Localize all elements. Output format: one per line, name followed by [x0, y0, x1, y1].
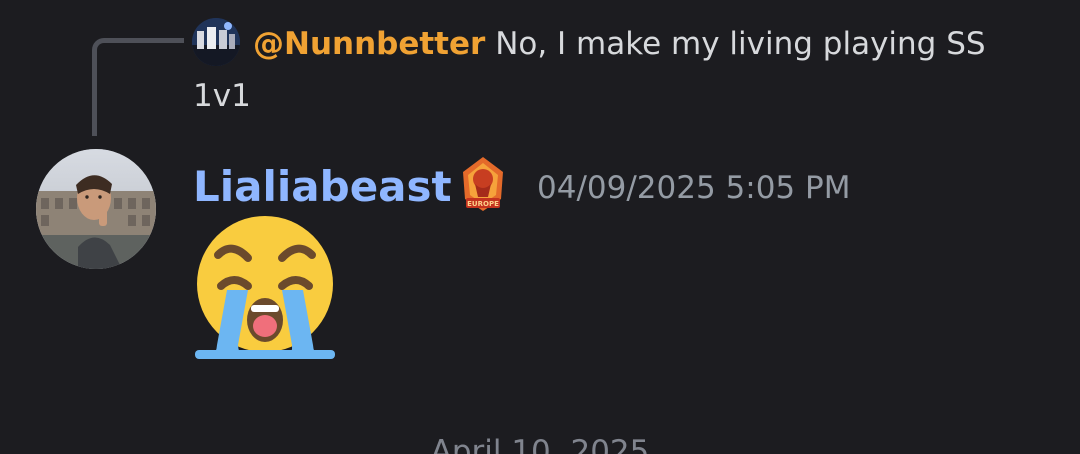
reply-spine — [92, 38, 184, 136]
loudly-crying-face-icon[interactable] — [190, 215, 340, 365]
crying-emoji-graphic — [195, 216, 335, 359]
date-divider: April 10, 2025 — [430, 434, 650, 454]
badge-text: EUROPE — [467, 200, 499, 208]
message-username[interactable]: Lialiabeast — [193, 158, 452, 216]
user-avatar-image — [36, 149, 156, 269]
message-timestamp[interactable]: 04/09/2025 5:05 PM — [537, 166, 850, 210]
user-avatar[interactable] — [36, 149, 156, 269]
guild-tag-badge-graphic: EUROPE — [463, 157, 503, 211]
chat-view: @Nunnbetter No, I make my living playing… — [0, 0, 1080, 454]
reply-preview[interactable]: @Nunnbetter No, I make my living playing… — [193, 18, 1053, 122]
reply-author[interactable]: @Nunnbetter — [253, 26, 485, 62]
guild-tag-badge-icon[interactable]: EUROPE — [458, 155, 508, 213]
